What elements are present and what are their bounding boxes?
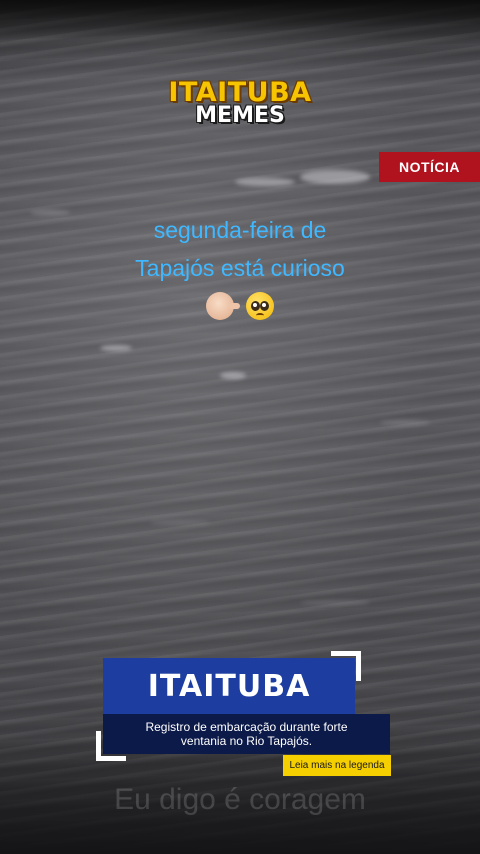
caption-line-2: Tapajós está curioso <box>135 255 345 281</box>
water-wave <box>220 372 246 379</box>
top-shade <box>0 0 480 40</box>
audio-subtitle: Eu digo é coragem <box>114 783 366 816</box>
water-wave <box>380 420 430 425</box>
news-badge: NOTÍCIA <box>379 152 480 182</box>
headline-line-1: Registro de embarcação durante forte <box>145 720 348 734</box>
read-more-button[interactable]: Leia mais na legenda <box>283 755 391 776</box>
frame-corner-bottom-left <box>96 731 126 761</box>
pleading-face-icon <box>246 291 275 320</box>
news-headline: Registro de embarcação durante forte ven… <box>103 714 390 754</box>
pinching-hand-icon <box>205 291 240 320</box>
caption-emojis <box>0 290 480 320</box>
caption-line-1: segunda-feira de <box>153 217 327 243</box>
headline-line-2: ventania no Rio Tapajós. <box>180 734 313 748</box>
water-wave <box>235 178 295 186</box>
water-wave <box>300 600 370 605</box>
logo-subtitle: MEMES <box>195 103 285 128</box>
city-title: ITAITUBA <box>103 658 355 714</box>
water-wave <box>300 170 370 184</box>
water-wave <box>100 345 132 351</box>
water-wave <box>150 520 210 525</box>
